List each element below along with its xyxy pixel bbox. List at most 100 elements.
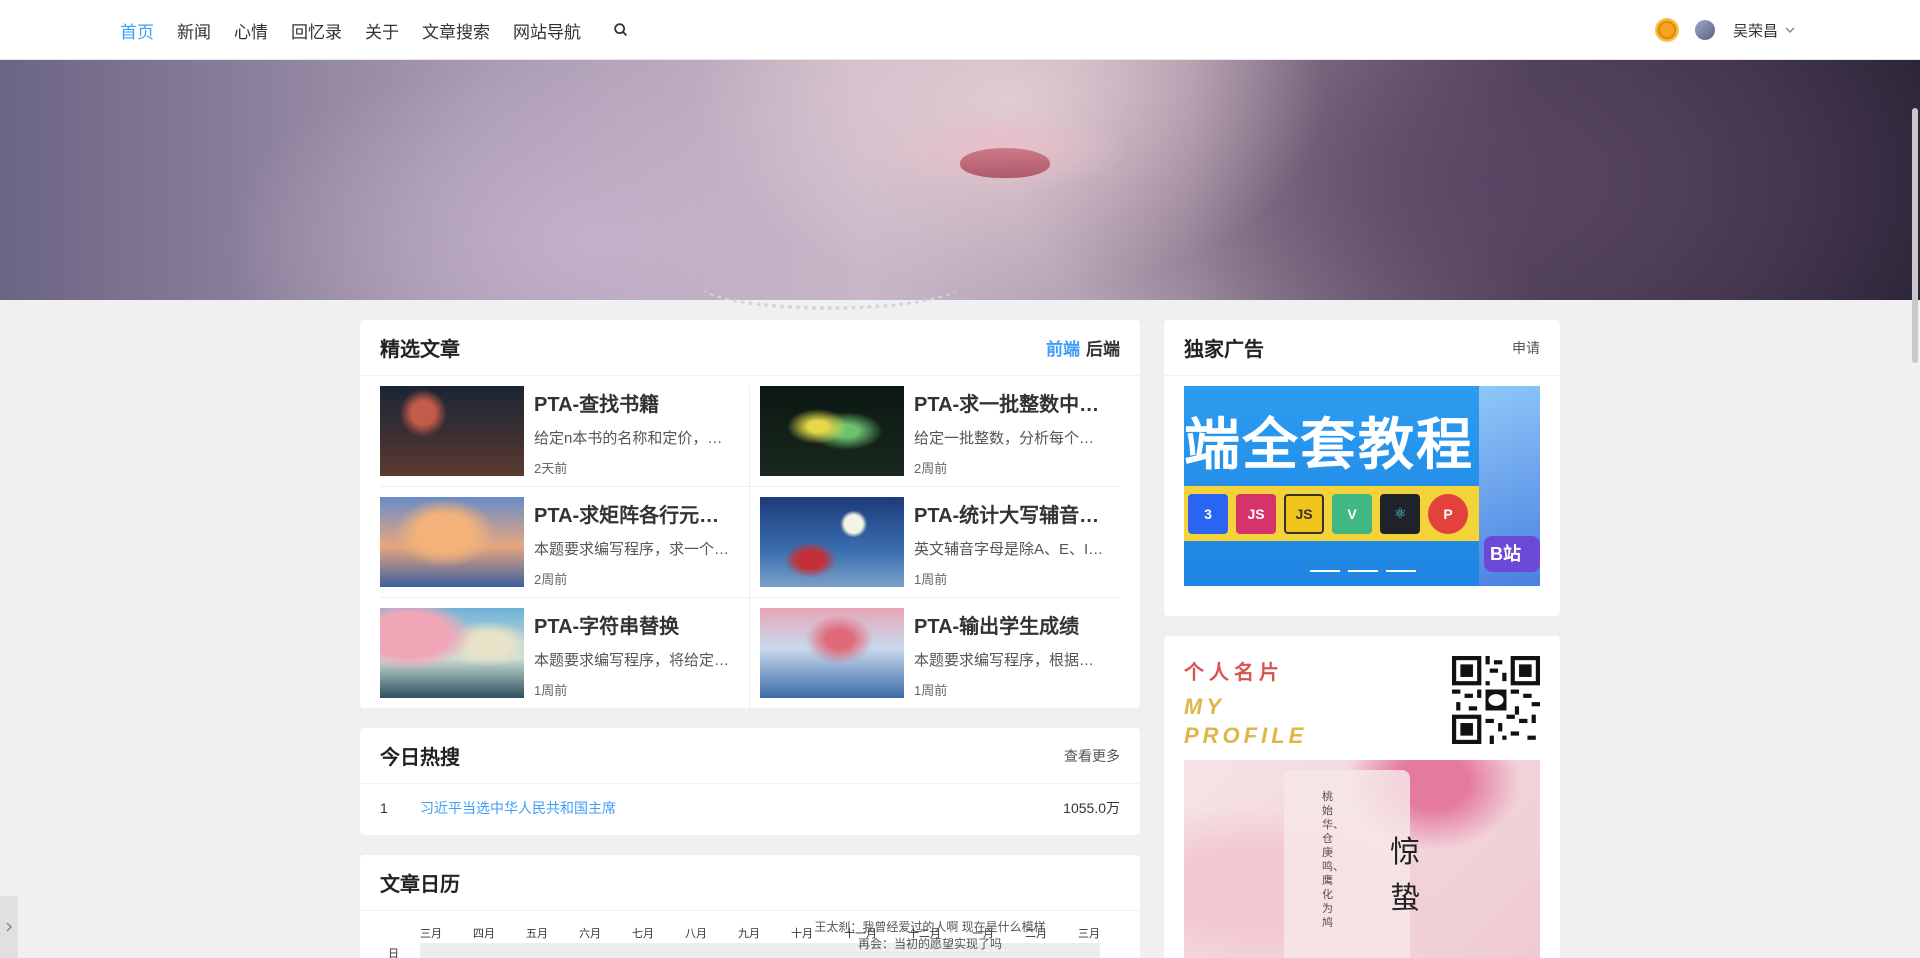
tab-backend[interactable]: 后端 — [1086, 335, 1120, 360]
article-time: 1周前 — [914, 683, 948, 698]
carousel-dot[interactable] — [1310, 570, 1340, 572]
calendar-month: 八月 — [685, 928, 707, 940]
search-icon[interactable] — [612, 21, 630, 39]
article-time: 2周前 — [534, 572, 568, 587]
row-divider — [380, 597, 1120, 598]
user-name[interactable]: 吴荣昌 — [1733, 20, 1778, 41]
article-time: 1周前 — [534, 683, 568, 698]
article-thumbnail — [380, 386, 524, 476]
nav-link-news[interactable]: 新闻 — [177, 18, 211, 43]
hot-search-row[interactable]: 1 习近平当选中华人民共和国主席 1055.0万 — [380, 798, 1120, 818]
hot-search-link[interactable]: 习近平当选中华人民共和国主席 — [420, 798, 1063, 818]
article-card[interactable]: PTA-输出学生成绩 本题要求编写程序，根据… 1周前 — [760, 608, 1130, 708]
nav-link-about[interactable]: 关于 — [365, 18, 399, 43]
nav-link-mood[interactable]: 心情 — [234, 18, 268, 43]
calendar-day-label: 日 — [388, 948, 399, 958]
ads-header: 独家广告 申请 — [1164, 320, 1560, 376]
profile-card: 个人名片 MY PROFILE 桃始华、仓庚鸣、鹰化为鸠 惊蛰 — [1164, 636, 1560, 958]
theme-toggle-sun-icon[interactable] — [1655, 18, 1679, 42]
article-thumbnail — [380, 608, 524, 698]
banner-art-necklace — [700, 260, 960, 310]
nav-user-area: 吴荣昌 — [1655, 0, 1796, 60]
hot-search-count: 1055.0万 — [1063, 800, 1120, 816]
js-icon: JS — [1236, 493, 1276, 534]
article-card[interactable]: PTA-查找书籍 给定n本书的名称和定价，… 2天前 — [380, 386, 750, 486]
calendar-title: 文章日历 — [380, 874, 460, 896]
article-title[interactable]: PTA-字符串替换 — [534, 610, 740, 639]
article-thumbnail — [760, 386, 904, 476]
calendar-month: 七月 — [632, 928, 654, 940]
react-icon: ⚛ — [1380, 493, 1420, 534]
article-info: PTA-统计大写辅音… 英文辅音字母是除A、E、I… 1周前 — [914, 497, 1120, 597]
ad-carousel-indicators[interactable] — [1310, 570, 1416, 572]
apply-ad-link[interactable]: 申请 — [1512, 338, 1540, 358]
article-desc: 本题要求编写程序，根据… — [914, 652, 1095, 669]
hot-search-header: 今日热搜 查看更多 — [360, 728, 1140, 784]
article-card[interactable]: PTA-统计大写辅音… 英文辅音字母是除A、E、I… 1周前 — [760, 497, 1130, 597]
carousel-dot[interactable] — [1348, 570, 1378, 572]
nav-links: 首页 新闻 心情 回忆录 关于 文章搜索 网站导航 — [120, 0, 630, 60]
article-desc: 给定一批整数，分析每个… — [914, 430, 1095, 447]
calendar-month: 六月 — [579, 928, 601, 940]
nav-link-site-navigation[interactable]: 网站导航 — [513, 18, 581, 43]
quote-line: 王太刹：我曾经爱过的人啊 现在是什么模样 — [814, 920, 1046, 934]
ad-side-badge: B站 — [1484, 536, 1540, 572]
calendar-month: 九月 — [738, 928, 760, 940]
calendar-header: 文章日历 — [360, 855, 1140, 911]
article-title[interactable]: PTA-求一批整数中… — [914, 388, 1120, 417]
featured-tabs: 前端 后端 — [1046, 335, 1120, 360]
profile-subtitle-line: PROFILE — [1184, 723, 1308, 748]
hot-search-card: 今日热搜 查看更多 1 习近平当选中华人民共和国主席 1055.0万 — [360, 728, 1140, 835]
profile-subtitle-line: MY — [1184, 694, 1225, 719]
article-desc: 给定n本书的名称和定价，… — [534, 430, 723, 447]
featured-articles-card: 精选文章 前端 后端 PTA-查找书籍 给定n本书的名称和定价，… 2天前 PT… — [360, 320, 1140, 708]
article-thumbnail — [760, 497, 904, 587]
article-info: PTA-求一批整数中… 给定一批整数，分析每个… 2周前 — [914, 386, 1120, 486]
article-title[interactable]: PTA-输出学生成绩 — [914, 610, 1120, 639]
row-divider — [380, 486, 1120, 487]
ads-title: 独家广告 — [1184, 339, 1264, 361]
vue-icon: V — [1332, 493, 1372, 534]
hero-banner — [0, 60, 1920, 310]
article-card[interactable]: PTA-求一批整数中… 给定一批整数，分析每个… 2周前 — [760, 386, 1130, 486]
tab-frontend[interactable]: 前端 — [1046, 335, 1080, 360]
article-title[interactable]: PTA-求矩阵各行元… — [534, 499, 740, 528]
avatar[interactable] — [1695, 20, 1715, 40]
article-thumbnail — [760, 608, 904, 698]
hot-search-rank: 1 — [380, 800, 388, 816]
quote-line: 再会：当初的愿望实现了吗 — [857, 937, 1002, 951]
nav-link-memoir[interactable]: 回忆录 — [291, 18, 342, 43]
ad-headline: 端全套教程 — [1184, 413, 1474, 476]
nav-link-article-search[interactable]: 文章搜索 — [422, 18, 490, 43]
article-info: PTA-求矩阵各行元… 本题要求编写程序，求一个… 2周前 — [534, 497, 740, 597]
ad-main-panel: 端全套教程 3 JS JS V ⚛ P — [1184, 386, 1479, 586]
profile-image: 桃始华、仓庚鸣、鹰化为鸠 惊蛰 — [1184, 760, 1540, 958]
chevron-down-icon[interactable] — [1784, 24, 1796, 36]
article-info: PTA-查找书籍 给定n本书的名称和定价，… 2天前 — [534, 386, 740, 486]
calendar-month: 三月 — [1078, 928, 1100, 940]
article-info: PTA-输出学生成绩 本题要求编写程序，根据… 1周前 — [914, 608, 1120, 708]
ad-logo-strip: 3 JS JS V ⚛ P — [1184, 486, 1479, 541]
nav-link-home[interactable]: 首页 — [120, 18, 154, 43]
article-card[interactable]: PTA-求矩阵各行元… 本题要求编写程序，求一个… 2周前 — [380, 497, 750, 597]
wechat-qr-code-icon[interactable] — [1452, 656, 1540, 744]
article-title[interactable]: PTA-统计大写辅音… — [914, 499, 1120, 528]
featured-header: 精选文章 前端 后端 — [360, 320, 1140, 376]
featured-title: 精选文章 — [380, 339, 460, 361]
ad-banner[interactable]: 端全套教程 3 JS JS V ⚛ P B站 — [1184, 386, 1540, 586]
js-shield-icon: JS — [1284, 493, 1324, 534]
article-time: 2天前 — [534, 461, 568, 476]
article-desc: 本题要求编写程序，将给定… — [534, 652, 730, 669]
carousel-dot[interactable] — [1386, 570, 1416, 572]
article-calendar-card: 文章日历 三月 四月 五月 六月 七月 八月 九月 十月 十一月 十二月 一月 … — [360, 855, 1140, 958]
article-desc: 英文辅音字母是除A、E、I… — [914, 541, 1104, 558]
page-scrollbar[interactable] — [1912, 108, 1918, 363]
article-title[interactable]: PTA-查找书籍 — [534, 388, 740, 417]
calendar-month: 五月 — [526, 928, 548, 940]
view-more-link[interactable]: 查看更多 — [1064, 746, 1120, 766]
article-card[interactable]: PTA-字符串替换 本题要求编写程序，将给定… 1周前 — [380, 608, 750, 708]
profile-title: 个人名片 — [1184, 662, 1284, 684]
side-drawer-toggle[interactable] — [0, 896, 18, 958]
article-time: 1周前 — [914, 572, 948, 587]
chevron-right-icon — [6, 922, 13, 932]
